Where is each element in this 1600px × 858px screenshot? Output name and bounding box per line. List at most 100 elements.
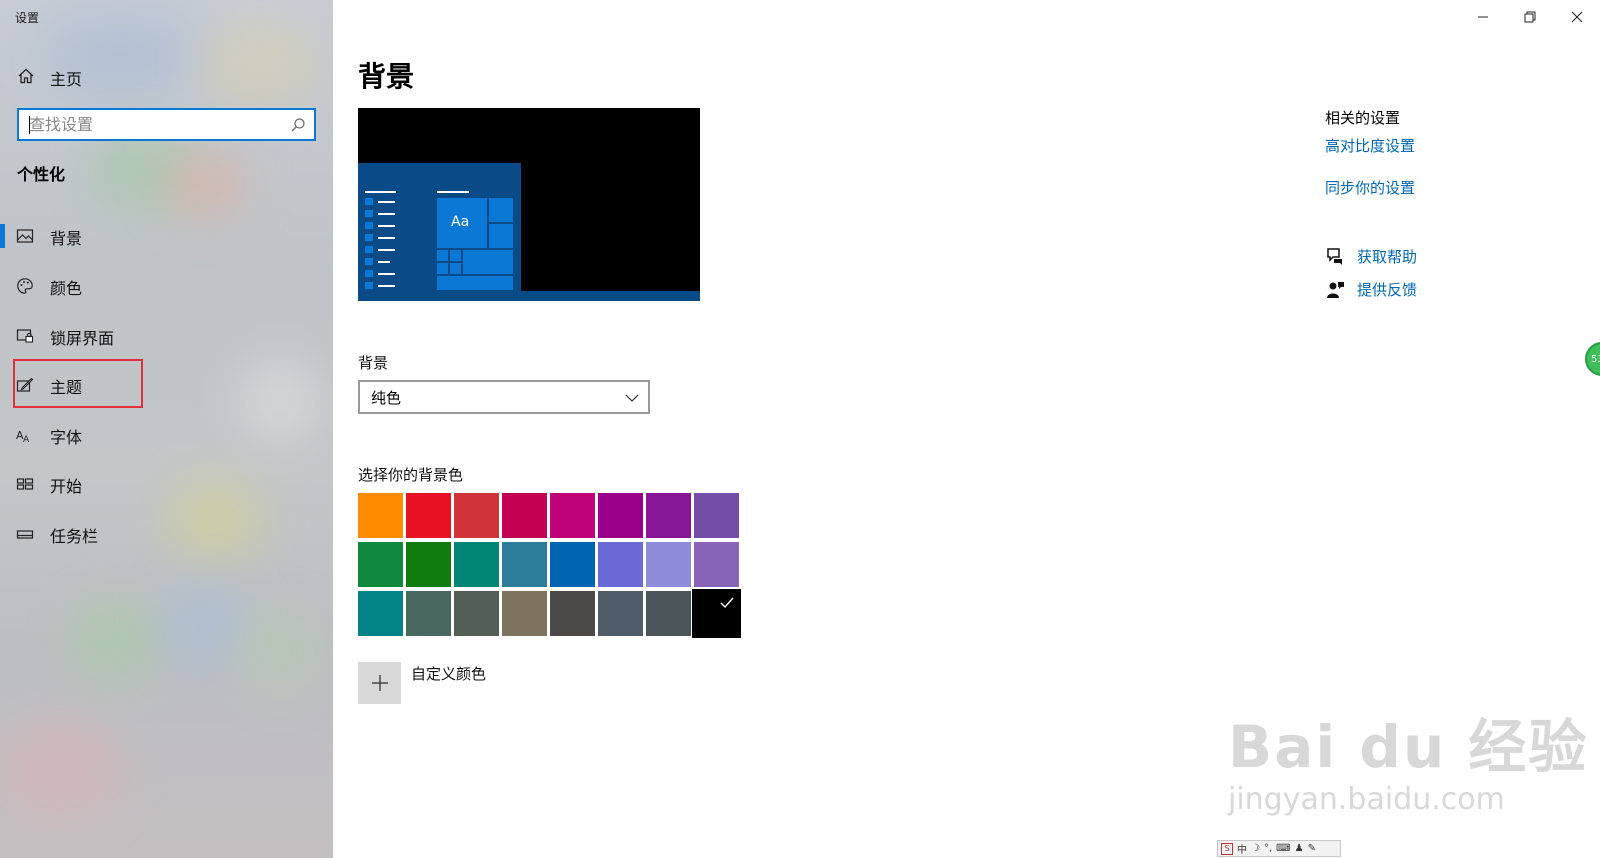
color-swatch[interactable] [550,591,595,636]
background-label: 背景 [358,354,389,372]
restore-button[interactable] [1506,0,1553,34]
close-button[interactable] [1553,0,1600,34]
sidebar-item-label: 背景 [50,229,83,248]
wallpaper-blur [160,150,250,220]
sidebar-item-colors[interactable]: 颜色 [0,265,333,307]
dropdown-value: 纯色 [371,389,402,407]
sidebar-item-fonts[interactable]: A A 字体 [0,414,333,456]
color-swatch[interactable] [694,542,739,587]
color-swatch[interactable] [406,591,451,636]
keyboard-icon[interactable]: ⌨ [1276,843,1290,854]
color-swatch[interactable] [598,542,643,587]
desktop-preview-graphic [358,108,700,301]
app-title: 设置 [15,11,40,25]
sidebar-item-lock-screen[interactable]: 锁屏界面 [0,315,333,357]
minimize-button[interactable] [1459,0,1506,34]
floating-badge[interactable]: 53 [1585,342,1600,376]
annotation-highlight-box [13,359,143,408]
punctuation-icon[interactable]: °, [1264,843,1272,854]
floating-badge-text: 53 [1591,353,1600,365]
color-swatch-grid [358,493,744,638]
sidebar-item-background[interactable]: 背景 [0,215,333,257]
wallpaper-blur [160,580,250,670]
high-contrast-link[interactable]: 高对比度设置 [1325,135,1415,156]
minimize-icon [1477,16,1488,18]
color-swatch[interactable] [598,493,643,538]
picture-icon [16,229,34,243]
sidebar-item-start[interactable]: 开始 [0,463,333,505]
color-swatch[interactable] [502,493,547,538]
ime-toolbar[interactable]: S 中 ☽ °, ⌨ ♟ ✎ [1217,840,1341,857]
color-swatch[interactable] [550,542,595,587]
plus-icon [371,675,388,691]
sync-settings-link[interactable]: 同步你的设置 [1325,177,1415,198]
sidebar-item-label: 颜色 [50,279,83,298]
home-icon [18,68,34,84]
nav-home-label: 主页 [50,70,83,89]
color-swatch[interactable] [502,542,547,587]
color-swatch[interactable] [358,591,403,636]
custom-color-button[interactable] [358,662,401,704]
close-icon [1571,11,1582,23]
color-swatch[interactable] [358,542,403,587]
color-swatch[interactable] [692,589,741,638]
ime-language[interactable]: 中 [1237,841,1247,856]
preview-tile-text: Aa [451,214,470,230]
color-swatch[interactable] [646,542,691,587]
watermark-main: Bai du 经验 [1228,713,1589,781]
search-icon[interactable] [290,117,306,133]
sidebar-item-label: 字体 [50,428,83,447]
color-swatch[interactable] [598,591,643,636]
search-box[interactable] [17,108,316,141]
color-swatch[interactable] [694,493,739,538]
custom-color-label: 自定义颜色 [411,665,487,683]
checkmark-icon [720,597,734,609]
user-icon[interactable]: ♟ [1295,843,1304,854]
lock-screen-icon [16,329,34,343]
active-indicator [0,224,5,248]
sidebar: 设置 主页 个性化 背景 颜色 [0,0,333,858]
text-caret [29,116,30,134]
color-swatch[interactable] [406,493,451,538]
wallpaper-blur [240,610,320,690]
color-swatch[interactable] [454,493,499,538]
give-feedback-link[interactable]: 提供反馈 [1357,279,1417,300]
window-controls [1459,0,1600,34]
page-title: 背景 [358,60,415,93]
ime-logo-icon: S [1221,842,1233,855]
help-chat-icon [1327,248,1342,265]
restore-icon [1524,11,1535,23]
wrench-icon[interactable]: ✎ [1308,843,1316,854]
chevron-down-icon [625,394,639,402]
color-swatch[interactable] [550,493,595,538]
color-swatch[interactable] [502,591,547,636]
taskbar-icon [16,530,34,539]
palette-icon [17,278,33,294]
sidebar-item-label: 锁屏界面 [50,329,115,348]
background-preview: Aa [358,108,700,301]
nav-home[interactable]: 主页 [0,58,333,94]
wallpaper-blur [70,600,160,680]
sidebar-item-label: 任务栏 [50,527,99,546]
start-icon [16,478,34,490]
sidebar-item-label: 开始 [50,477,83,496]
search-input[interactable] [19,110,269,139]
sidebar-item-taskbar[interactable]: 任务栏 [0,513,333,555]
color-section-label: 选择你的背景色 [358,466,464,484]
color-swatch[interactable] [454,542,499,587]
color-swatch[interactable] [406,542,451,587]
related-settings-title: 相关的设置 [1325,109,1401,127]
color-swatch[interactable] [454,591,499,636]
feedback-person-icon [1327,282,1344,298]
color-swatch[interactable] [358,493,403,538]
svg-text:A: A [23,435,30,444]
font-icon: A A [16,429,30,444]
wallpaper-blur [0,720,120,820]
watermark-sub: jingyan.baidu.com [1228,782,1505,817]
get-help-link[interactable]: 获取帮助 [1357,246,1417,267]
background-type-dropdown[interactable]: 纯色 [358,380,650,414]
section-title: 个性化 [17,165,66,184]
color-swatch[interactable] [646,591,691,636]
moon-icon[interactable]: ☽ [1251,843,1260,854]
color-swatch[interactable] [646,493,691,538]
